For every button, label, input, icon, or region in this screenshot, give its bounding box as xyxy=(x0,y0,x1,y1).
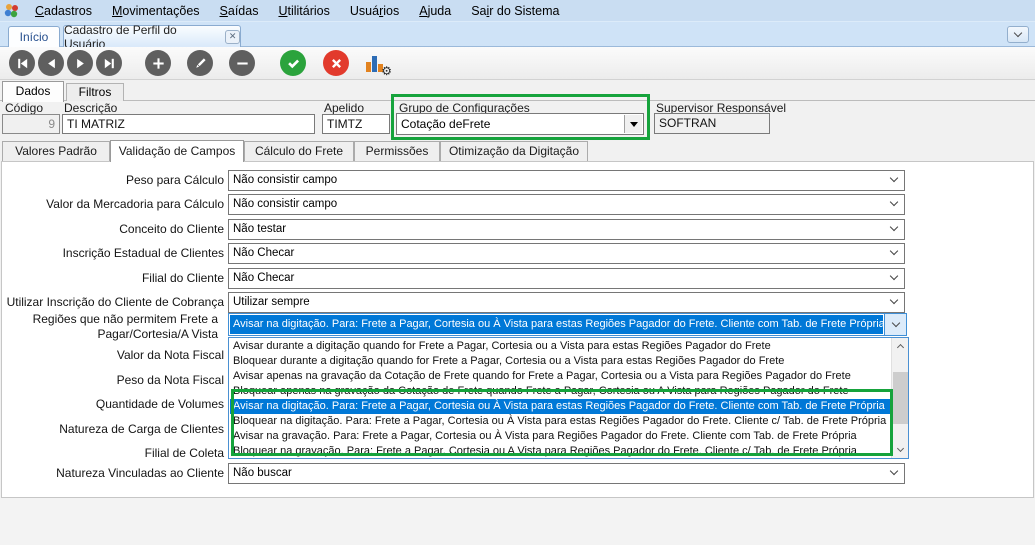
regioes-frete-combobox[interactable]: Avisar na digitação. Para: Frete a Pagar… xyxy=(228,313,907,336)
edit-record-button[interactable] xyxy=(187,50,213,76)
tab-list-dropdown-button[interactable] xyxy=(1007,26,1029,43)
supervisor-field: SOFTRAN xyxy=(654,113,770,134)
form-label: Valor da Nota Fiscal xyxy=(0,345,224,365)
close-tab-icon[interactable]: ✕ xyxy=(225,30,240,44)
chevron-down-icon xyxy=(1014,29,1022,37)
form-label: Regiões que não permitem Frete a Pagar/C… xyxy=(0,312,218,342)
background-area xyxy=(0,498,1035,545)
previous-record-button[interactable] xyxy=(38,50,64,76)
dropdown-option[interactable]: Avisar durante a digitação quando for Fr… xyxy=(230,339,890,354)
tab-otimiza-o-da-digita-o[interactable]: Otimização da Digitação xyxy=(440,141,588,161)
record-toolbar: ⚙ xyxy=(0,47,1035,80)
chevron-down-icon xyxy=(891,319,899,327)
descricao-field[interactable]: TI MATRIZ xyxy=(62,114,315,134)
select-inscri-o-estadual-de-clientes[interactable]: Não Checar xyxy=(228,243,905,264)
scrollbar-thumb[interactable] xyxy=(893,372,908,424)
descricao-label: Descrição xyxy=(64,101,117,115)
pencil-icon xyxy=(193,56,208,71)
tab-cadastro-perfil-usuario[interactable]: Cadastro de Perfil do Usuário ✕ xyxy=(63,25,241,47)
tab-valida-o-de-campos[interactable]: Validação de Campos xyxy=(110,140,244,162)
apelido-label: Apelido xyxy=(324,101,364,115)
step-last-icon xyxy=(102,56,117,71)
select-conceito-do-cliente[interactable]: Não testar xyxy=(228,219,905,240)
document-tab-bar: Início Cadastro de Perfil do Usuário ✕ xyxy=(0,22,1035,47)
dropdown-option[interactable]: Avisar na digitação. Para: Frete a Pagar… xyxy=(230,399,890,414)
confirm-button[interactable] xyxy=(280,50,306,76)
step-previous-icon xyxy=(44,56,59,71)
gear-icon: ⚙ xyxy=(381,65,392,77)
scroll-down-icon[interactable] xyxy=(892,442,908,458)
delete-record-button[interactable] xyxy=(229,50,255,76)
form-label: Conceito do Cliente xyxy=(0,219,224,239)
step-first-icon xyxy=(15,56,30,71)
tab-permiss-es[interactable]: Permissões xyxy=(354,141,440,161)
form-label: Natureza de Carga de Clientes xyxy=(0,419,224,439)
tab-inicio-label: Início xyxy=(20,30,49,44)
regioes-frete-dropdown-button[interactable] xyxy=(884,314,906,335)
dropdown-scrollbar[interactable] xyxy=(891,338,908,458)
form-label: Peso da Nota Fiscal xyxy=(0,370,224,390)
tab-c-lculo-do-frete[interactable]: Cálculo do Frete xyxy=(244,141,354,161)
select-peso-para-c-lculo[interactable]: Não consistir campo xyxy=(228,170,905,191)
last-record-button[interactable] xyxy=(96,50,122,76)
dropdown-option[interactable]: Bloquear durante a digitação quando for … xyxy=(230,354,890,369)
add-record-button[interactable] xyxy=(145,50,171,76)
regioes-frete-dropdown-list: Avisar durante a digitação quando for Fr… xyxy=(228,337,909,459)
next-record-button[interactable] xyxy=(67,50,93,76)
apelido-field[interactable]: TIMTZ xyxy=(322,114,390,134)
app-logo-users-icon xyxy=(3,3,21,19)
scroll-up-icon[interactable] xyxy=(892,338,908,354)
cross-icon xyxy=(329,56,344,71)
dropdown-option[interactable]: Avisar apenas na gravação da Cotação de … xyxy=(230,369,890,384)
minus-icon xyxy=(235,56,250,71)
form-label: Natureza Vinculadas ao Cliente xyxy=(0,463,224,483)
select-natureza-vinculadas-ao-cliente[interactable]: Não buscar xyxy=(228,463,905,484)
form-label: Quantidade de Volumes xyxy=(0,394,224,414)
grupo-configuracoes-value: Cotação deFrete xyxy=(397,114,643,134)
form-label: Inscrição Estadual de Clientes xyxy=(0,243,224,263)
form-label: Utilizar Inscrição do Cliente de Cobranç… xyxy=(0,292,224,312)
tab-dados[interactable]: Dados xyxy=(2,81,64,102)
check-icon xyxy=(286,56,301,71)
select-valor-da-mercadoria-para-c-lculo[interactable]: Não consistir campo xyxy=(228,194,905,215)
menu-item-usu-rios[interactable]: Usuários xyxy=(340,2,409,20)
menu-bar: CadastrosMovimentaçõesSaídasUtilitáriosU… xyxy=(0,0,1035,22)
triangle-down-icon xyxy=(630,122,638,127)
tab-valores-padr-o[interactable]: Valores Padrão xyxy=(2,141,110,161)
bar-chart-gear-icon xyxy=(366,62,371,72)
plus-icon xyxy=(151,56,166,71)
menu-item-ajuda[interactable]: Ajuda xyxy=(409,2,461,20)
codigo-label: Código xyxy=(5,101,43,115)
menu-item-utilit-rios[interactable]: Utilitários xyxy=(268,2,339,20)
menu-item-movimenta-es[interactable]: Movimentações xyxy=(102,2,210,20)
regioes-frete-selected-text: Avisar na digitação. Para: Frete a Pagar… xyxy=(230,315,883,334)
tab-inicio[interactable]: Início xyxy=(8,26,60,47)
form-label: Valor da Mercadoria para Cálculo xyxy=(0,194,224,214)
form-label: Peso para Cálculo xyxy=(0,170,224,190)
menu-item-cadastros[interactable]: Cadastros xyxy=(25,2,102,20)
menu-item-sa-das[interactable]: Saídas xyxy=(210,2,269,20)
form-label: Filial de Coleta xyxy=(0,443,224,463)
dropdown-option[interactable]: Bloquear apenas na gravação da Cotação d… xyxy=(230,384,890,399)
statistics-button[interactable]: ⚙ xyxy=(362,49,392,77)
menu-item-sair-do-sistema[interactable]: Sair do Sistema xyxy=(461,2,569,20)
cancel-button[interactable] xyxy=(323,50,349,76)
grupo-dropdown-button[interactable] xyxy=(624,115,642,133)
select-utilizar-inscri-o-do-cliente-de-cobran-a[interactable]: Utilizar sempre xyxy=(228,292,905,313)
first-record-button[interactable] xyxy=(9,50,35,76)
form-label: Filial do Cliente xyxy=(0,268,224,288)
codigo-field: 9 xyxy=(2,114,60,134)
select-filial-do-cliente[interactable]: Não Checar xyxy=(228,268,905,289)
step-next-icon xyxy=(73,56,88,71)
grupo-configuracoes-combobox[interactable]: Cotação deFrete xyxy=(396,113,644,135)
tab-filtros[interactable]: Filtros xyxy=(66,83,124,101)
dropdown-option[interactable]: Bloquear na digitação. Para: Frete a Pag… xyxy=(230,414,890,429)
dropdown-option[interactable]: Bloquear na gravação. Para: Frete a Paga… xyxy=(230,444,890,459)
dropdown-option[interactable]: Avisar na gravação. Para: Frete a Pagar,… xyxy=(230,429,890,444)
